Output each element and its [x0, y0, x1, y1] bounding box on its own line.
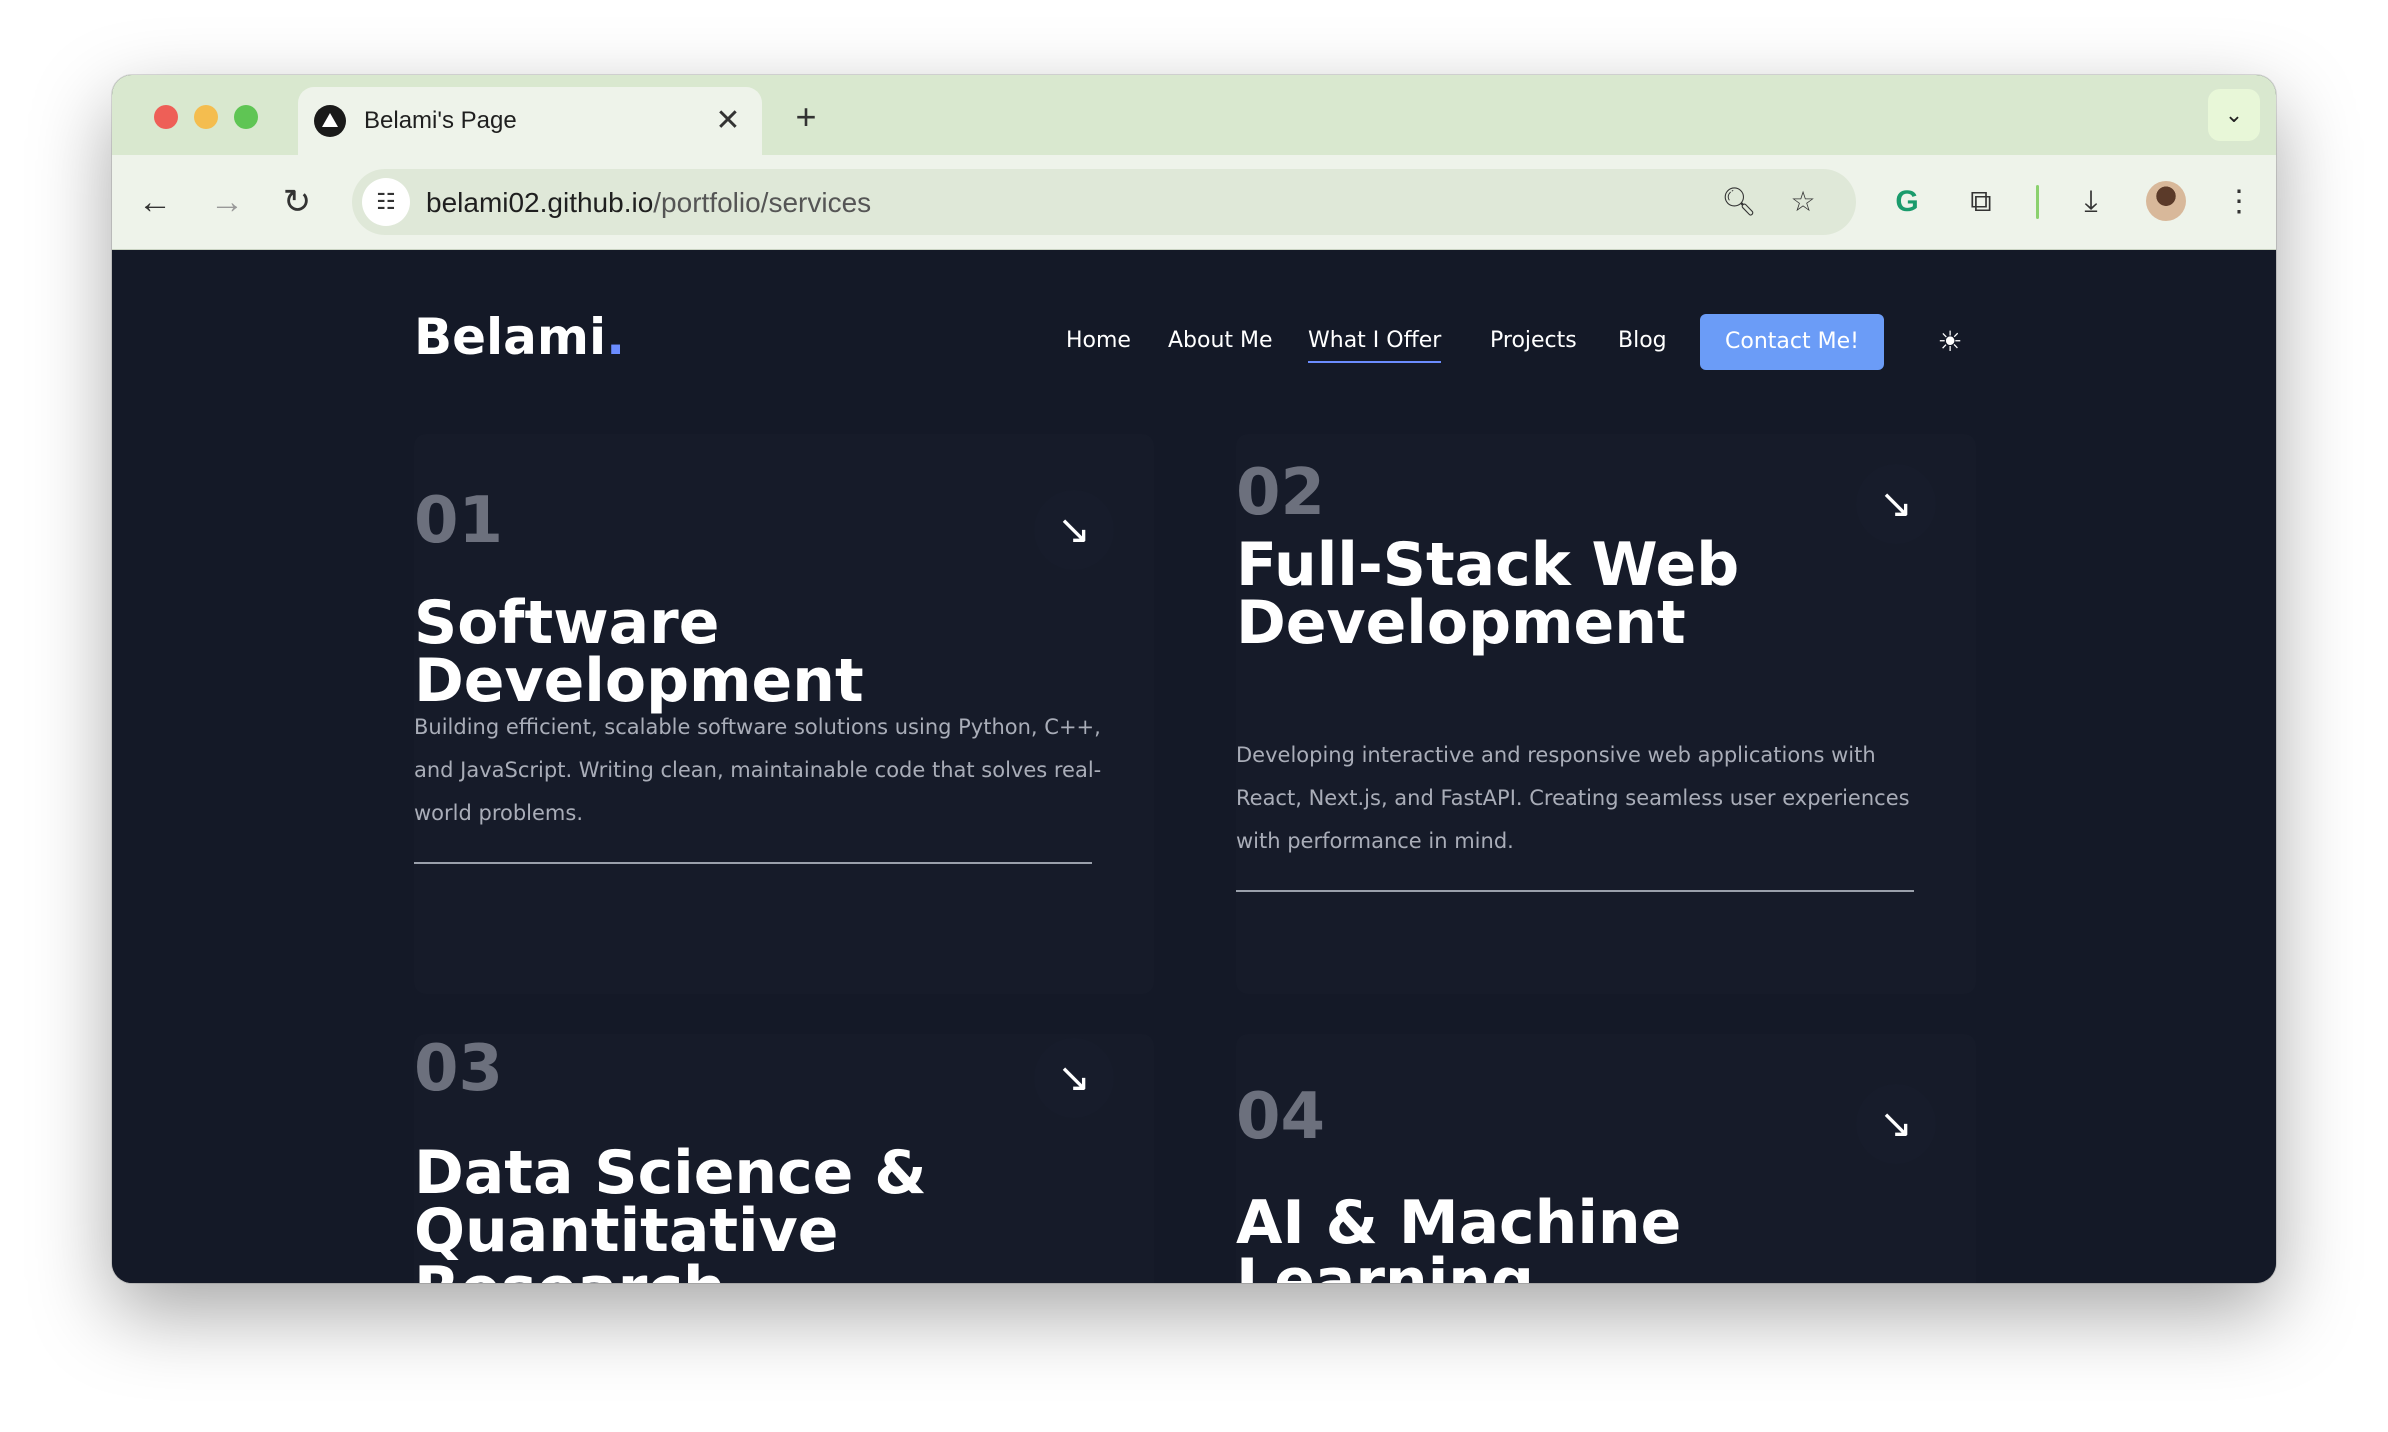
- tab-title: Belami's Page: [364, 107, 517, 134]
- arrow-down-right-icon[interactable]: ↘: [1856, 464, 1936, 544]
- logo-text: Belami: [414, 308, 607, 366]
- reload-icon[interactable]: ↻: [272, 177, 322, 227]
- logo-dot: .: [606, 308, 626, 366]
- service-number: 02: [1236, 456, 1326, 530]
- grammarly-extension-icon[interactable]: G: [1884, 179, 1930, 225]
- forward-arrow-icon[interactable]: →: [202, 177, 252, 227]
- back-arrow-icon[interactable]: ←: [130, 177, 180, 227]
- zoom-icon[interactable]: 🔍︎: [1718, 181, 1760, 223]
- browser-toolbar: ← → ↻ ☷ belami02.github.io/portfolio/ser…: [112, 155, 2276, 250]
- arrow-down-right-icon[interactable]: ↘: [1856, 1084, 1936, 1164]
- site-favicon-icon: [314, 105, 346, 137]
- browser-tab[interactable]: Belami's Page ✕: [298, 87, 762, 155]
- toolbar-separator: [2036, 185, 2039, 219]
- nav-projects[interactable]: Projects: [1490, 328, 1577, 353]
- tab-close-icon[interactable]: ✕: [708, 101, 748, 141]
- download-icon[interactable]: ⤓: [2068, 179, 2114, 225]
- tab-strip: Belami's Page ✕ + ⌄: [112, 75, 2276, 155]
- new-tab-button[interactable]: +: [784, 95, 828, 139]
- service-title: Software Development: [414, 588, 864, 716]
- contact-me-button[interactable]: Contact Me!: [1700, 314, 1884, 370]
- browser-window: Belami's Page ✕ + ⌄ ← → ↻ ☷ belami02.git…: [112, 75, 2276, 1283]
- profile-avatar[interactable]: [2146, 181, 2186, 221]
- tab-search-chevron-icon[interactable]: ⌄: [2208, 89, 2260, 141]
- arrow-down-right-icon[interactable]: ↘: [1034, 490, 1114, 570]
- service-card-software-development[interactable]: 01 ↘ Software Development Building effic…: [414, 434, 1154, 994]
- service-card-ai-machine-learning[interactable]: 04 ↘ AI & Machine Learning: [1236, 1034, 1976, 1283]
- page-content: Belami. Home About Me What I Offer Proje…: [112, 250, 2276, 1283]
- address-bar[interactable]: ☷ belami02.github.io/portfolio/services …: [352, 169, 1856, 235]
- service-number: 01: [414, 484, 504, 558]
- more-menu-icon[interactable]: ⋮: [2216, 179, 2262, 225]
- maximize-window-button[interactable]: [234, 105, 258, 129]
- minimize-window-button[interactable]: [194, 105, 218, 129]
- arrow-down-right-icon[interactable]: ↘: [1034, 1038, 1114, 1118]
- service-card-data-science[interactable]: 03 ↘ Data Science & Quantitative Researc…: [414, 1032, 1154, 1283]
- url-text[interactable]: belami02.github.io/portfolio/services: [426, 187, 871, 219]
- service-description: Building efficient, scalable software so…: [414, 715, 1102, 825]
- url-host: belami02.github.io: [426, 187, 654, 218]
- service-title: Full-Stack Web Development: [1236, 530, 1740, 658]
- service-divider: [1236, 890, 1914, 892]
- url-path: /portfolio/services: [653, 187, 872, 218]
- site-logo[interactable]: Belami.: [414, 308, 625, 366]
- extensions-puzzle-icon[interactable]: ⧉: [1958, 179, 2004, 225]
- site-settings-icon[interactable]: ☷: [362, 178, 410, 226]
- theme-toggle-sun-icon[interactable]: ☀: [1934, 326, 1966, 358]
- nav-blog[interactable]: Blog: [1618, 328, 1667, 353]
- service-divider: [414, 862, 1092, 864]
- nav-about-me[interactable]: About Me: [1168, 328, 1273, 353]
- service-number: 03: [414, 1032, 504, 1106]
- service-title: Data Science & Quantitative Research: [414, 1138, 927, 1283]
- service-number: 04: [1236, 1080, 1326, 1154]
- service-description: Developing interactive and responsive we…: [1236, 743, 1910, 853]
- nav-home[interactable]: Home: [1066, 328, 1131, 353]
- bookmark-star-icon[interactable]: ☆: [1782, 181, 1824, 223]
- service-title: AI & Machine Learning: [1236, 1188, 1682, 1283]
- service-card-full-stack-web-development[interactable]: 02 ↘ Full-Stack Web Development Developi…: [1236, 434, 1976, 994]
- nav-what-i-offer[interactable]: What I Offer: [1308, 328, 1442, 363]
- close-window-button[interactable]: [154, 105, 178, 129]
